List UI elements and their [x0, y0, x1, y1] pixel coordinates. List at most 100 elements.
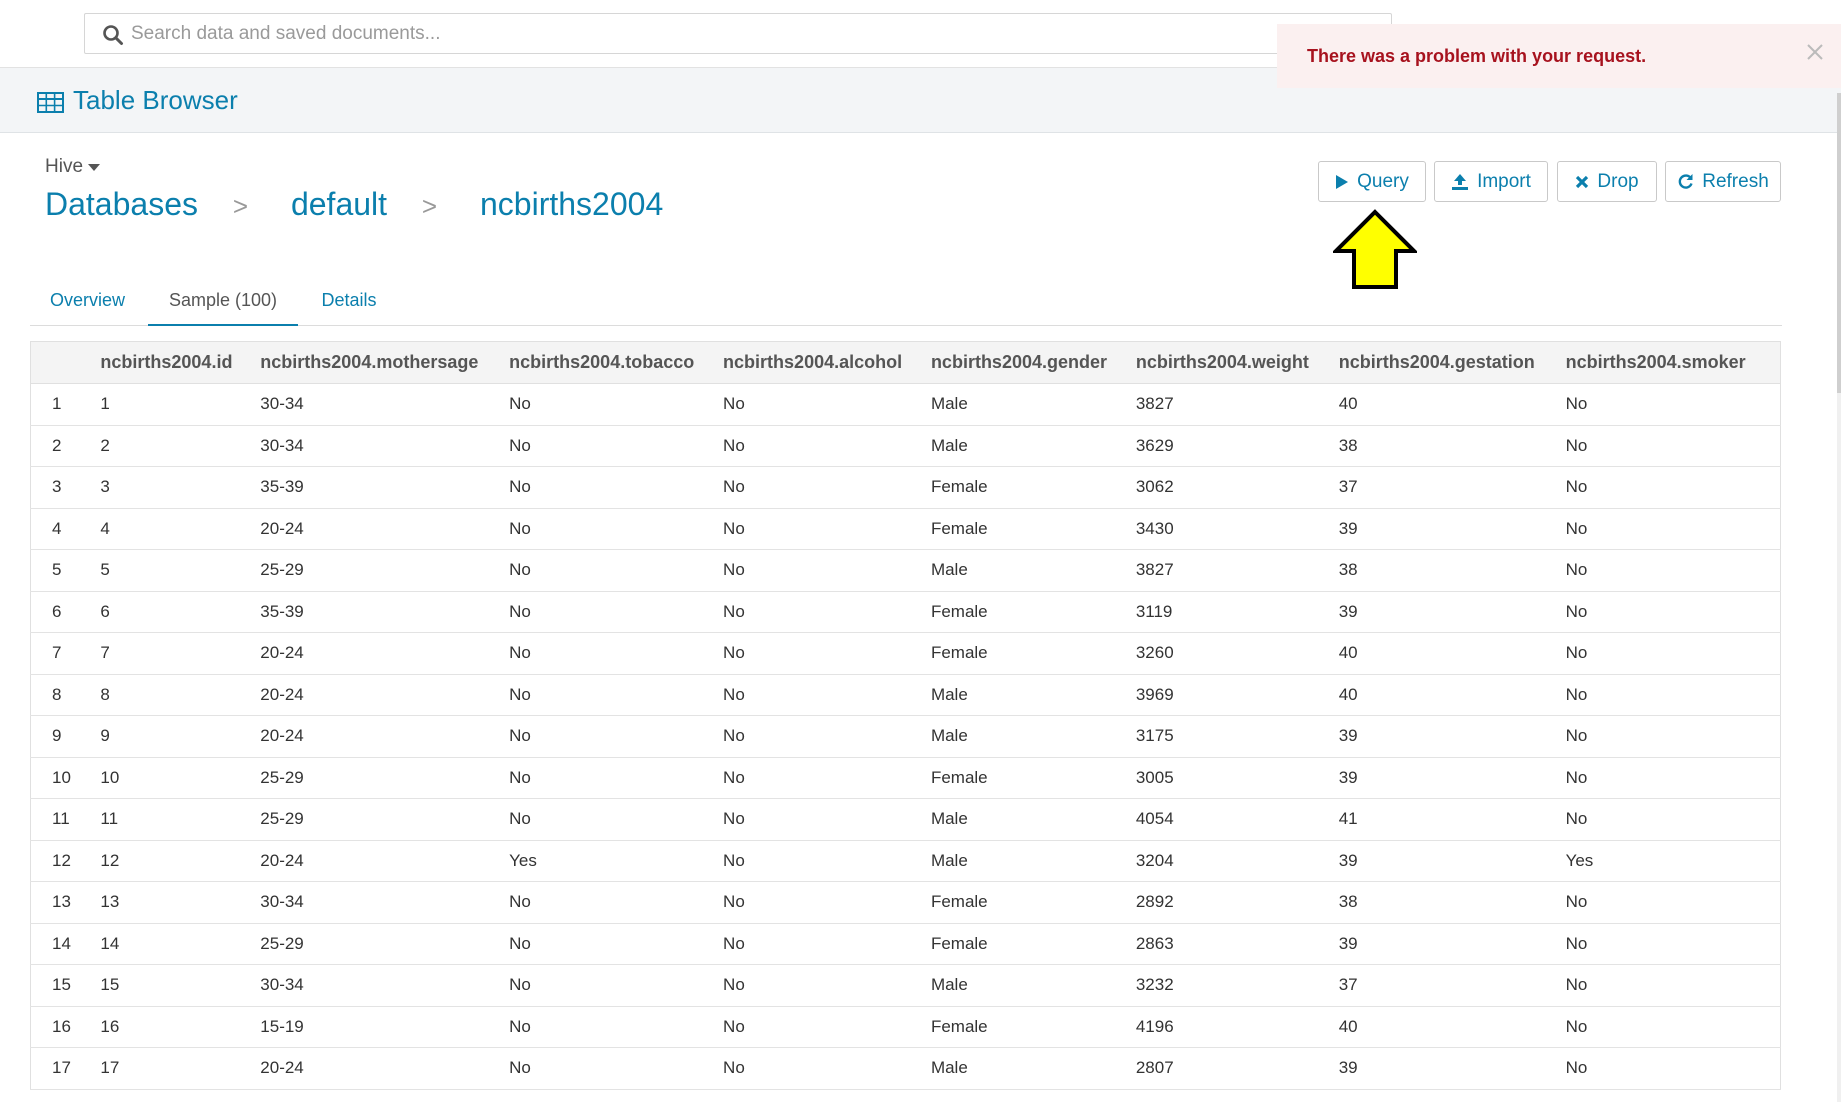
table-cell: 13	[100, 881, 261, 924]
column-header[interactable]: ncbirths2004.gender	[930, 341, 1136, 384]
table-cell: No	[723, 591, 931, 633]
table-row[interactable]: 5 5 25-29 No No Male 3827 38 No	[30, 549, 1781, 592]
search-input[interactable]	[131, 18, 1371, 49]
table-cell: No	[509, 425, 724, 467]
table-row[interactable]: 4 4 20-24 No No Female 3430 39 No	[30, 508, 1781, 550]
row-number: 17	[30, 1047, 101, 1090]
sample-table: ncbirths2004.id ncbirths2004.mothersage nc…	[30, 341, 1781, 1090]
table-cell: No	[1565, 466, 1781, 509]
table-cell: No	[509, 383, 724, 426]
table-cell: No	[1565, 715, 1781, 758]
table-cell: 2807	[1135, 1047, 1339, 1090]
row-number: 12	[30, 840, 101, 882]
table-cell: 20-24	[260, 632, 510, 675]
table-cell: Yes	[1565, 840, 1781, 882]
table-row[interactable]: 6 6 35-39 No No Female 3119 39 No	[30, 591, 1781, 633]
table-cell: 3430	[1135, 508, 1339, 550]
column-header[interactable]: ncbirths2004.alcohol	[723, 341, 931, 384]
table-row[interactable]: 16 16 15-19 No No Female 4196 40 No	[30, 1006, 1781, 1048]
table-cell: Female	[930, 466, 1136, 509]
table-row[interactable]: 1 1 30-34 No No Male 3827 40 No	[30, 383, 1781, 426]
table-cell: No	[1565, 383, 1781, 426]
table-cell: 40	[1338, 632, 1566, 675]
table-cell: 20-24	[260, 674, 510, 716]
table-cell: No	[509, 508, 724, 550]
row-number: 7	[30, 632, 101, 675]
tab-overview[interactable]: Overview	[40, 290, 135, 326]
table-cell: Yes	[509, 840, 724, 882]
refresh-label: Refresh	[1702, 170, 1769, 192]
engine-dropdown[interactable]: Hive	[45, 156, 101, 178]
table-cell: No	[723, 798, 931, 841]
breadcrumb-separator: >	[421, 191, 438, 221]
import-button[interactable]: Import	[1434, 161, 1548, 202]
table-cell: 39	[1338, 1047, 1566, 1090]
column-header[interactable]: ncbirths2004.tobacco	[509, 341, 724, 384]
table-cell: 3260	[1135, 632, 1339, 675]
table-cell: No	[723, 840, 931, 882]
table-cell: No	[723, 674, 931, 716]
table-cell: 25-29	[260, 923, 510, 965]
table-row[interactable]: 15 15 30-34 No No Male 3232 37 No	[30, 964, 1781, 1007]
app-title: Table Browser	[73, 85, 238, 115]
times-icon	[1576, 175, 1589, 188]
table-row[interactable]: 10 10 25-29 No No Female 3005 39 No	[30, 757, 1781, 799]
breadcrumb-table[interactable]: ncbirths2004	[480, 186, 663, 223]
table-cell: Male	[930, 798, 1136, 841]
table-row[interactable]: 14 14 25-29 No No Female 2863 39 No	[30, 923, 1781, 965]
table-cell: No	[1565, 798, 1781, 841]
table-cell: Male	[930, 964, 1136, 1007]
breadcrumb-databases[interactable]: Databases	[45, 186, 198, 223]
table-cell: No	[1565, 674, 1781, 716]
table-cell: No	[723, 715, 931, 758]
tab-sample[interactable]: Sample (100)	[148, 290, 298, 326]
table-cell: 30-34	[260, 964, 510, 1007]
table-cell: No	[509, 923, 724, 965]
breadcrumb-database-default[interactable]: default	[291, 186, 387, 223]
refresh-button[interactable]: Refresh	[1665, 161, 1781, 202]
table-body: 1 1 30-34 No No Male 3827 40 No 2 2 30-34 No No Male 36…	[30, 383, 1781, 1090]
table-row[interactable]: 12 12 20-24 Yes No Male 3204 39 Yes	[30, 840, 1781, 882]
table-cell: 16	[100, 1006, 261, 1048]
table-cell: No	[723, 1006, 931, 1048]
column-header[interactable]: ncbirths2004.mothersage	[260, 341, 510, 384]
upload-icon	[1452, 173, 1469, 190]
table-cell: Male	[930, 674, 1136, 716]
table-cell: 40	[1338, 383, 1566, 426]
scrollbar-thumb[interactable]	[1837, 93, 1841, 393]
table-row[interactable]: 8 8 20-24 No No Male 3969 40 No	[30, 674, 1781, 716]
drop-button[interactable]: Drop	[1557, 161, 1657, 202]
table-cell: 20-24	[260, 508, 510, 550]
tab-details[interactable]: Details	[314, 290, 384, 326]
column-header[interactable]: ncbirths2004.weight	[1135, 341, 1339, 384]
table-row[interactable]: 17 17 20-24 No No Male 2807 39 No	[30, 1047, 1781, 1090]
drop-label: Drop	[1597, 170, 1639, 192]
table-cell: Female	[930, 508, 1136, 550]
table-cell: Male	[930, 715, 1136, 758]
table-cell: 10	[100, 757, 261, 799]
table-cell: 20-24	[260, 840, 510, 882]
table-cell: No	[723, 466, 931, 509]
table-row[interactable]: 3 3 35-39 No No Female 3062 37 No	[30, 466, 1781, 509]
table-cell: Female	[930, 881, 1136, 924]
table-row[interactable]: 11 11 25-29 No No Male 4054 41 No	[30, 798, 1781, 841]
table-cell: Female	[930, 1006, 1136, 1048]
table-cell: 17	[100, 1047, 261, 1090]
table-row[interactable]: 7 7 20-24 No No Female 3260 40 No	[30, 632, 1781, 675]
column-header[interactable]: ncbirths2004.gestation	[1338, 341, 1566, 384]
table-cell: No	[509, 715, 724, 758]
table-cell: 20-24	[260, 1047, 510, 1090]
table-row[interactable]: 2 2 30-34 No No Male 3629 38 No	[30, 425, 1781, 467]
column-header[interactable]: ncbirths2004.id	[100, 341, 261, 384]
table-cell: No	[509, 632, 724, 675]
table-row[interactable]: 9 9 20-24 No No Male 3175 39 No	[30, 715, 1781, 758]
row-number: 5	[30, 549, 101, 592]
query-button[interactable]: Query	[1318, 161, 1426, 202]
table-cell: 2	[100, 425, 261, 467]
table-row[interactable]: 13 13 30-34 No No Female 2892 38 No	[30, 881, 1781, 924]
search-box[interactable]	[84, 13, 1392, 54]
table-cell: 35-39	[260, 466, 510, 509]
table-cell: 25-29	[260, 757, 510, 799]
close-icon[interactable]	[1803, 40, 1827, 64]
column-header[interactable]: ncbirths2004.smoker	[1565, 341, 1781, 384]
